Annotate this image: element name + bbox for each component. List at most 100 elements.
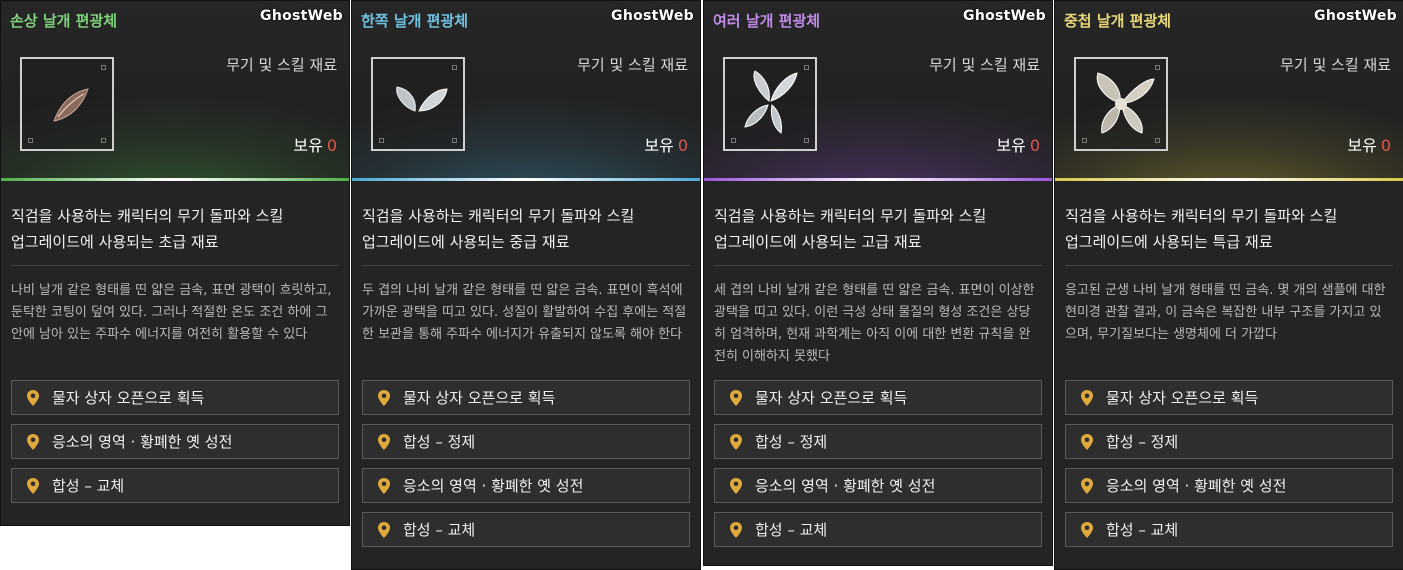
card-header: 한쪽 날개 편광체 GhostWeb 무기 및 스킬 재료보유 0: [352, 1, 700, 181]
material-card: 손상 날개 편광체 GhostWeb 무기 및 스킬 재료 보유 0 직검을 사용하는 캐…: [0, 0, 350, 526]
source-label: 물자 상자 오픈으로 획득: [403, 389, 556, 407]
location-pin-icon: [1080, 389, 1094, 407]
source-button[interactable]: 응소의 영역 · 황폐한 옛 성전: [714, 468, 1042, 503]
item-icon-frame: [1074, 57, 1168, 151]
location-pin-icon: [377, 389, 391, 407]
item-description: 두 겹의 나비 날개 같은 형태를 띤 얇은 금속. 표면이 흑석에 가까운 광…: [362, 283, 687, 342]
owned-value: 0: [1029, 136, 1040, 155]
source-list: 물자 상자 오픈으로 획득합성 – 정제응소의 영역 · 황폐한 옛 성전합성 …: [1055, 378, 1403, 547]
item-icon-frame: [20, 57, 114, 151]
owned-value: 0: [677, 136, 688, 155]
owned-label: 보유: [293, 136, 323, 155]
source-label: 응소의 영역 · 황폐한 옛 성전: [1106, 477, 1287, 495]
location-pin-icon: [729, 433, 743, 451]
source-button[interactable]: 응소의 영역 · 황폐한 옛 성전: [362, 468, 690, 503]
item-icon-frame: [371, 57, 465, 151]
source-button[interactable]: 물자 상자 오픈으로 획득: [362, 380, 690, 415]
item-title: 중첩 날개 편광체: [1064, 12, 1172, 30]
item-summary: 직검을 사용하는 캐릭터의 무기 돌파와 스킬업그레이드에 사용되는 초급 재료: [1, 181, 349, 265]
source-label: 합성 – 교체: [52, 477, 125, 495]
source-label: 물자 상자 오픈으로 획득: [52, 389, 205, 407]
location-pin-icon: [26, 389, 40, 407]
owned-count: 보유 0: [293, 132, 337, 156]
source-list: 물자 상자 오픈으로 획득응소의 영역 · 황폐한 옛 성전합성 – 교체: [1, 378, 349, 503]
source-label: 합성 – 교체: [1106, 521, 1179, 539]
summary-line: 업그레이드에 사용되는 초급 재료: [11, 233, 219, 251]
source-button[interactable]: 응소의 영역 · 황폐한 옛 성전: [1065, 468, 1393, 503]
source-list: 물자 상자 오픈으로 획득합성 – 정제응소의 영역 · 황폐한 옛 성전합성 …: [704, 378, 1052, 547]
item-category: 무기 및 스킬 재료: [929, 56, 1040, 74]
summary-line: 직검을 사용하는 캐릭터의 무기 돌파와 스킬: [362, 207, 635, 225]
source-list: 물자 상자 오픈으로 획득합성 – 정제응소의 영역 · 황폐한 옛 성전합성 …: [352, 378, 700, 547]
summary-line: 직검을 사용하는 캐릭터의 무기 돌파와 스킬: [11, 207, 284, 225]
source-button[interactable]: 합성 – 정제: [1065, 424, 1393, 459]
item-description: 나비 날개 같은 형태를 띤 얇은 금속, 표면 광택이 흐릿하고, 둔탁한 코…: [11, 283, 332, 342]
source-label: 합성 – 교체: [755, 521, 828, 539]
owned-count: 보유 0: [996, 132, 1040, 156]
material-card: 한쪽 날개 편광체 GhostWeb 무기 및 스킬 재료보유 0 직검을 사용하는 캐…: [351, 0, 701, 570]
owned-value: 0: [326, 136, 337, 155]
item-category: 무기 및 스킬 재료: [1280, 56, 1391, 74]
source-button[interactable]: 합성 – 교체: [362, 512, 690, 547]
source-button[interactable]: 합성 – 교체: [714, 512, 1042, 547]
owned-label: 보유: [996, 136, 1026, 155]
watermark: GhostWeb: [1314, 8, 1397, 24]
source-button[interactable]: 합성 – 교체: [11, 468, 339, 503]
source-label: 합성 – 정제: [403, 433, 476, 451]
summary-line: 업그레이드에 사용되는 고급 재료: [714, 233, 922, 251]
material-card: 여러 날개 편광체 GhostWeb 무기 및 스킬 재료보유 0 직검을 사용하는 캐…: [703, 0, 1053, 566]
source-label: 물자 상자 오픈으로 획득: [755, 389, 908, 407]
card-header: 손상 날개 편광체 GhostWeb 무기 및 스킬 재료 보유 0: [1, 1, 349, 181]
card-header: 중첩 날개 편광체 GhostWeb 무기 및 스킬 재료보유 0: [1055, 1, 1403, 181]
location-pin-icon: [729, 389, 743, 407]
item-category: 무기 및 스킬 재료: [577, 56, 688, 74]
location-pin-icon: [377, 433, 391, 451]
source-button[interactable]: 응소의 영역 · 황폐한 옛 성전: [11, 424, 339, 459]
source-label: 합성 – 정제: [755, 433, 828, 451]
summary-line: 직검을 사용하는 캐릭터의 무기 돌파와 스킬: [1065, 207, 1338, 225]
location-pin-icon: [729, 521, 743, 539]
location-pin-icon: [377, 521, 391, 539]
source-button[interactable]: 합성 – 정제: [714, 424, 1042, 459]
rarity-line: [1, 178, 349, 181]
summary-line: 업그레이드에 사용되는 특급 재료: [1065, 233, 1273, 251]
owned-value: 0: [1380, 136, 1391, 155]
item-summary: 직검을 사용하는 캐릭터의 무기 돌파와 스킬업그레이드에 사용되는 중급 재료: [352, 181, 700, 265]
owned-count: 보유 0: [1347, 132, 1391, 156]
source-label: 응소의 영역 · 황폐한 옛 성전: [403, 477, 584, 495]
rarity-line: [1055, 178, 1403, 181]
location-pin-icon: [1080, 521, 1094, 539]
source-label: 물자 상자 오픈으로 획득: [1106, 389, 1259, 407]
source-label: 합성 – 교체: [403, 521, 476, 539]
watermark: GhostWeb: [611, 8, 694, 24]
summary-line: 직검을 사용하는 캐릭터의 무기 돌파와 스킬: [714, 207, 987, 225]
item-title: 한쪽 날개 편광체: [361, 12, 469, 30]
watermark: GhostWeb: [963, 8, 1046, 24]
material-card: 중첩 날개 편광체 GhostWeb 무기 및 스킬 재료보유 0 직검을 사용하는 캐…: [1054, 0, 1403, 570]
source-button[interactable]: 합성 – 정제: [362, 424, 690, 459]
owned-label: 보유: [644, 136, 674, 155]
source-button[interactable]: 물자 상자 오픈으로 획득: [1065, 380, 1393, 415]
owned-label: 보유: [1347, 136, 1377, 155]
watermark: GhostWeb: [260, 8, 343, 24]
location-pin-icon: [26, 477, 40, 495]
location-pin-icon: [729, 477, 743, 495]
summary-line: 업그레이드에 사용되는 중급 재료: [362, 233, 570, 251]
source-button[interactable]: 합성 – 교체: [1065, 512, 1393, 547]
location-pin-icon: [1080, 433, 1094, 451]
location-pin-icon: [26, 433, 40, 451]
source-button[interactable]: 물자 상자 오픈으로 획득: [714, 380, 1042, 415]
source-label: 응소의 영역 · 황폐한 옛 성전: [52, 433, 233, 451]
rarity-line: [704, 178, 1052, 181]
item-icon-frame: [723, 57, 817, 151]
location-pin-icon: [1080, 477, 1094, 495]
item-description: 응고된 군생 나비 날개 형태를 띤 금속. 몇 개의 샘플에 대한 현미경 관…: [1065, 283, 1386, 342]
item-description: 세 겹의 나비 날개 같은 형태를 띤 얇은 금속. 표면이 이상한 광택을 띠…: [714, 283, 1035, 364]
item-title: 여러 날개 편광체: [713, 12, 821, 30]
rarity-line: [352, 178, 700, 181]
source-button[interactable]: 물자 상자 오픈으로 획득: [11, 380, 339, 415]
source-label: 합성 – 정제: [1106, 433, 1179, 451]
card-header: 여러 날개 편광체 GhostWeb 무기 및 스킬 재료보유 0: [704, 1, 1052, 181]
source-label: 응소의 영역 · 황폐한 옛 성전: [755, 477, 936, 495]
item-title: 손상 날개 편광체: [10, 12, 118, 30]
